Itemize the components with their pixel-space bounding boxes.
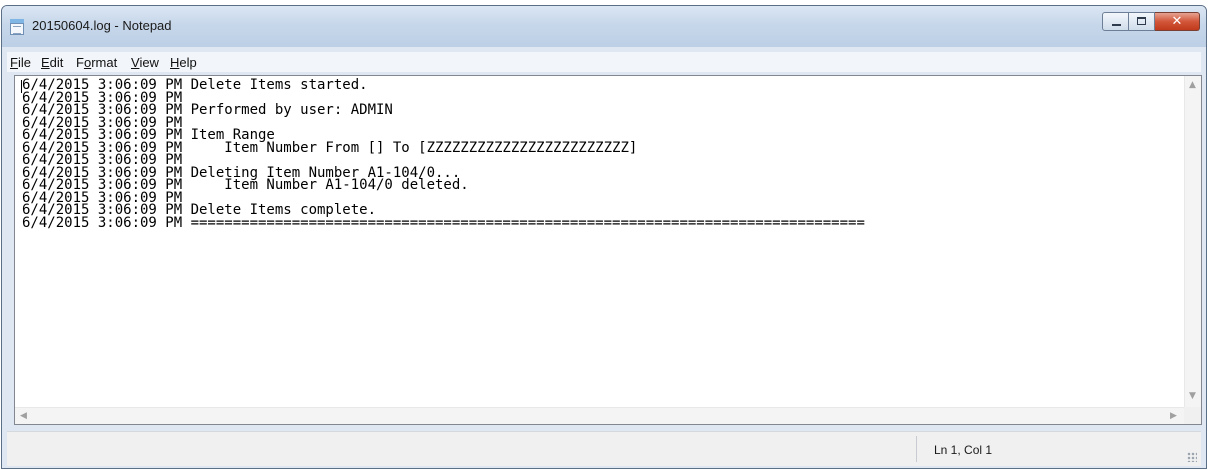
window-controls: ✕ [1102,12,1200,31]
notepad-window: 20150604.log - Notepad ✕ File Edit Forma… [1,5,1207,469]
menu-bar: File Edit Format View Help [7,52,1201,72]
scrollbar-corner [1184,407,1201,424]
status-bar: Ln 1, Col 1 [7,431,1201,466]
menu-format[interactable]: Format [76,55,117,70]
menu-help-accel: H [170,55,180,70]
resize-grip-icon[interactable] [1187,452,1197,462]
menu-help-label: elp [179,55,197,70]
text-caret [21,80,22,93]
window-title: 20150604.log - Notepad [32,18,172,33]
maximize-icon [1137,17,1146,25]
cursor-position: Ln 1, Col 1 [934,443,993,457]
menu-edit-accel: E [41,55,50,70]
scroll-down-arrow-icon[interactable]: ▼ [1189,392,1196,401]
menu-edit-label: dit [49,55,64,70]
document-text[interactable]: 6/4/2015 3:06:09 PM Delete Items started… [22,78,865,231]
horizontal-scrollbar[interactable]: ◀ ▶ [15,407,1184,424]
scroll-up-arrow-icon[interactable]: ▲ [1189,81,1196,90]
scroll-right-arrow-icon[interactable]: ▶ [1170,412,1177,421]
status-divider [916,436,917,462]
menu-format-prefix: F [76,55,84,70]
menu-file-label: ile [17,55,31,70]
menu-file-accel: F [10,55,18,70]
vertical-scrollbar[interactable]: ▲ ▼ [1184,76,1201,407]
title-bar[interactable]: 20150604.log - Notepad ✕ [2,6,1206,47]
minimize-icon [1112,24,1121,26]
menu-format-label: rmat [91,55,118,70]
scroll-left-arrow-icon[interactable]: ◀ [20,412,27,421]
close-icon: ✕ [1171,14,1183,29]
menu-view-label: iew [139,55,159,70]
menu-edit[interactable]: Edit [41,55,63,70]
notepad-app-icon[interactable] [10,19,24,35]
menu-help[interactable]: Help [170,55,197,70]
menu-view[interactable]: View [131,55,159,70]
menu-file[interactable]: File [10,55,31,70]
text-editor[interactable]: 6/4/2015 3:06:09 PM Delete Items started… [14,75,1202,425]
document-line: 6/4/2015 3:06:09 PM ====================… [22,214,865,231]
close-button[interactable]: ✕ [1155,12,1200,31]
minimize-button[interactable] [1102,12,1129,31]
maximize-button[interactable] [1129,12,1155,31]
